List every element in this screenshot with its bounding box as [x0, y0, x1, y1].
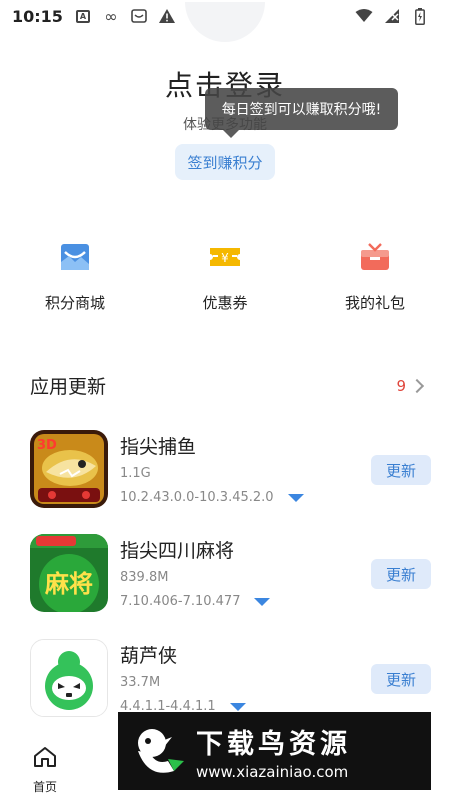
chevron-down-icon[interactable] — [287, 493, 304, 502]
chevron-down-icon[interactable] — [229, 702, 246, 711]
coupon-icon: ¥ — [208, 240, 242, 274]
shortcut-coupon[interactable]: ¥ 优惠券 — [150, 240, 300, 313]
updates-count: 9 — [396, 376, 406, 395]
chevron-right-icon — [409, 378, 425, 393]
update-button[interactable]: 更新 — [371, 664, 431, 694]
watermark: 下载鸟资源 www.xiazainiao.com — [118, 712, 431, 790]
app-icon-badge: 3D — [37, 438, 57, 453]
updates-header[interactable]: 应用更新 9 — [30, 372, 425, 399]
status-time: 10:15 — [12, 6, 63, 26]
app-version-text: 10.2.43.0.0-10.3.45.2.0 — [120, 490, 274, 505]
updates-title: 应用更新 — [30, 376, 107, 398]
watermark-brand: 下载鸟资源 — [196, 728, 351, 760]
app-icon-mahjong: 麻将 — [30, 534, 108, 612]
list-item[interactable]: 3D 指尖捕鱼 1.1G 10.2.43.0.0-10.3.45.2.0 更新 — [30, 430, 431, 520]
tab-home[interactable]: 首页 — [0, 740, 90, 800]
points-mall-icon — [58, 240, 92, 274]
list-item[interactable]: 麻将 指尖四川麻将 839.8M 7.10.406-7.10.477 更新 — [30, 534, 431, 624]
avatar[interactable] — [185, 2, 265, 42]
shortcut-points-mall[interactable]: 积分商城 — [0, 240, 150, 313]
shortcut-label: 优惠券 — [202, 294, 248, 312]
app-name: 指尖捕鱼 — [120, 436, 197, 458]
app-version[interactable]: 10.2.43.0.0-10.3.45.2.0 — [120, 490, 304, 505]
app-icon-fishing: 3D — [30, 430, 108, 508]
tab-home-label: 首页 — [32, 780, 57, 794]
watermark-url: www.xiazainiao.com — [196, 762, 349, 781]
app-size: 33.7M — [120, 675, 161, 690]
update-button[interactable]: 更新 — [371, 559, 431, 589]
sign-in-button[interactable]: 签到赚积分 — [175, 144, 275, 180]
app-name: 葫芦侠 — [120, 645, 178, 667]
shortcut-row: 积分商城 ¥ 优惠券 我的礼包 — [0, 240, 450, 313]
svg-text:¥: ¥ — [221, 251, 229, 265]
a-box-icon: A — [73, 7, 93, 25]
shortcut-label: 积分商城 — [44, 294, 105, 312]
update-button[interactable]: 更新 — [371, 455, 431, 485]
shortcut-label: 我的礼包 — [344, 294, 405, 312]
wifi-icon — [354, 7, 374, 25]
sign-in-tooltip: 每日签到可以赚取积分哦! — [205, 88, 398, 138]
app-name: 指尖四川麻将 — [120, 540, 235, 562]
app-icon-badge: 麻将 — [44, 570, 93, 598]
chevron-down-icon[interactable] — [254, 597, 271, 606]
bird-logo-icon — [128, 721, 188, 781]
gift-icon — [358, 240, 392, 274]
signal-icon — [382, 7, 402, 25]
app-size: 839.8M — [120, 570, 169, 585]
alert-icon — [157, 7, 177, 25]
battery-icon — [410, 7, 430, 25]
infinity-icon: ∞ — [104, 6, 118, 26]
app-icon-huluxia — [30, 639, 108, 717]
app-version[interactable]: 7.10.406-7.10.477 — [120, 594, 271, 609]
shortcut-gift[interactable]: 我的礼包 — [300, 240, 450, 313]
app-size: 1.1G — [120, 466, 151, 481]
android-box-icon — [129, 7, 149, 25]
app-version-text: 7.10.406-7.10.477 — [120, 594, 241, 609]
home-icon — [33, 746, 57, 772]
